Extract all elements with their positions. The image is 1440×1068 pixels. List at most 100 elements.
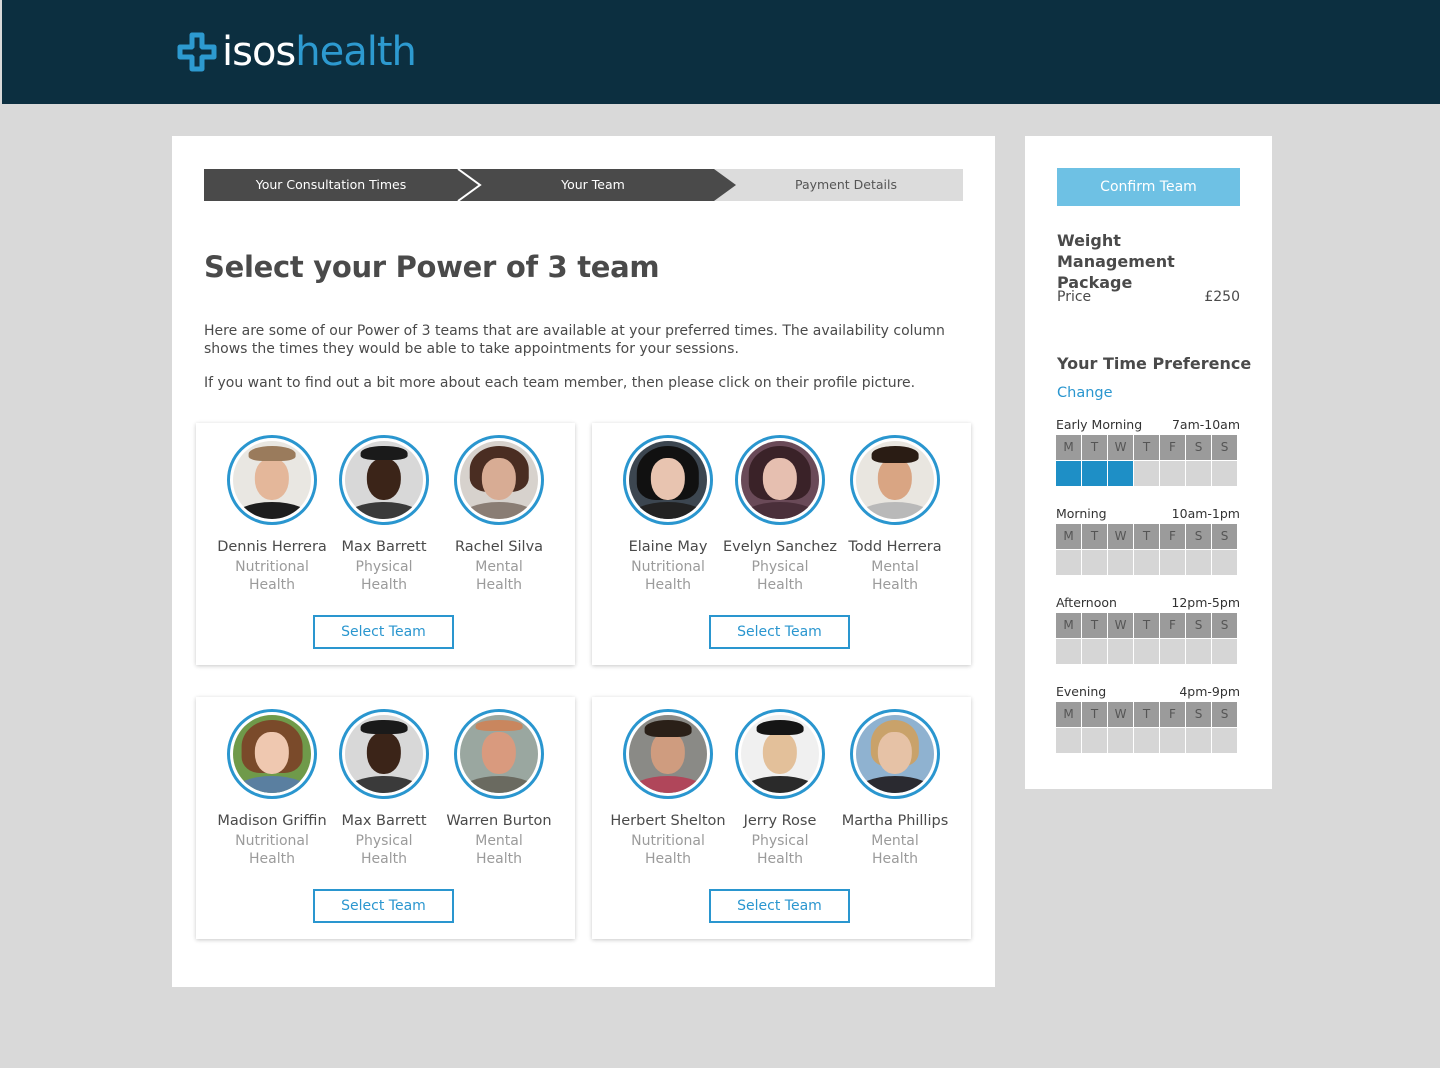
- member-role: Mental Health: [475, 833, 523, 867]
- time-slot: Early Morning 7am-10am M T W T F S S: [1056, 417, 1240, 486]
- cross-logo-icon: [177, 32, 217, 72]
- day-header: F: [1160, 702, 1185, 727]
- day-header: M: [1056, 435, 1081, 460]
- availability-cell[interactable]: [1056, 639, 1081, 664]
- day-header: T: [1134, 702, 1159, 727]
- availability-cell[interactable]: [1082, 639, 1107, 664]
- day-header: S: [1186, 524, 1211, 549]
- intro-help-text: If you want to find out a bit more about…: [204, 375, 916, 391]
- select-team-button[interactable]: Select Team: [313, 615, 454, 649]
- time-slot: Afternoon 12pm-5pm M T W T F S S: [1056, 595, 1240, 664]
- time-slot-name: Early Morning: [1056, 417, 1143, 432]
- availability-cell[interactable]: [1186, 728, 1211, 753]
- team-member: Herbert Shelton Nutritional Health: [608, 709, 728, 868]
- profile-picture[interactable]: [227, 435, 317, 525]
- availability-cell[interactable]: [1056, 728, 1081, 753]
- availability-grid: MTWTFSS: [1056, 435, 1240, 486]
- availability-cell[interactable]: [1160, 639, 1185, 664]
- availability-cell[interactable]: [1108, 550, 1133, 575]
- availability-cell-selected[interactable]: [1108, 461, 1133, 486]
- member-role: Nutritional Health: [631, 559, 705, 593]
- availability-grid: MTWTFSS: [1056, 613, 1240, 664]
- day-header: W: [1108, 435, 1133, 460]
- availability-cell[interactable]: [1212, 639, 1237, 664]
- change-link[interactable]: Change: [1057, 385, 1113, 401]
- availability-cell[interactable]: [1160, 728, 1185, 753]
- time-slot-name: Morning: [1056, 506, 1107, 521]
- availability-cell[interactable]: [1108, 728, 1133, 753]
- brand-logo[interactable]: isoshealth: [176, 30, 417, 74]
- step-your-team[interactable]: Your Team: [466, 169, 720, 201]
- member-role: Mental Health: [871, 559, 919, 593]
- availability-cell[interactable]: [1186, 639, 1211, 664]
- day-header: T: [1082, 524, 1107, 549]
- team-member: Rachel Silva Mental Health: [439, 435, 559, 594]
- profile-picture[interactable]: [850, 435, 940, 525]
- availability-cell[interactable]: [1212, 728, 1237, 753]
- availability-cell[interactable]: [1160, 550, 1185, 575]
- time-slot-name: Afternoon: [1056, 595, 1117, 610]
- time-slot-header: Early Morning 7am-10am: [1056, 417, 1240, 435]
- day-header: T: [1082, 702, 1107, 727]
- select-team-button[interactable]: Select Team: [313, 889, 454, 923]
- member-name: Elaine May: [628, 539, 708, 555]
- time-slot-header: Afternoon 12pm-5pm: [1056, 595, 1240, 613]
- member-name: Madison Griffin: [217, 813, 327, 829]
- day-header: F: [1160, 435, 1185, 460]
- select-team-button[interactable]: Select Team: [709, 615, 850, 649]
- availability-cell-selected[interactable]: [1056, 461, 1081, 486]
- select-team-button[interactable]: Select Team: [709, 889, 850, 923]
- profile-picture[interactable]: [454, 435, 544, 525]
- profile-picture[interactable]: [735, 435, 825, 525]
- availability-cell[interactable]: [1082, 550, 1107, 575]
- availability-cell[interactable]: [1056, 550, 1081, 575]
- availability-cell[interactable]: [1186, 550, 1211, 575]
- profile-picture[interactable]: [735, 709, 825, 799]
- time-preference-title: Your Time Preference: [1057, 354, 1252, 373]
- day-header: S: [1212, 524, 1237, 549]
- member-name: Herbert Shelton: [610, 813, 726, 829]
- member-name: Warren Burton: [446, 813, 552, 829]
- availability-cell[interactable]: [1160, 461, 1185, 486]
- member-name: Max Barrett: [341, 539, 427, 555]
- team-member: Dennis Herrera Nutritional Health: [212, 435, 332, 594]
- availability-cell[interactable]: [1212, 461, 1237, 486]
- member-name: Max Barrett: [341, 813, 427, 829]
- profile-picture[interactable]: [623, 435, 713, 525]
- availability-cell-selected[interactable]: [1082, 461, 1107, 486]
- availability-grid: MTWTFSS: [1056, 702, 1240, 753]
- availability-cell[interactable]: [1082, 728, 1107, 753]
- member-role: Physical Health: [751, 559, 809, 593]
- step-consultation-times[interactable]: Your Consultation Times: [204, 169, 458, 201]
- availability-cell[interactable]: [1134, 639, 1159, 664]
- profile-picture[interactable]: [454, 709, 544, 799]
- member-role: Physical Health: [355, 559, 413, 593]
- header-bar: isoshealth: [2, 0, 1440, 104]
- order-summary-sidebar: Confirm Team Weight Management Package P…: [1025, 136, 1272, 789]
- day-header: S: [1212, 613, 1237, 638]
- team-member: Todd Herrera Mental Health: [835, 435, 955, 594]
- profile-picture[interactable]: [227, 709, 317, 799]
- profile-picture[interactable]: [339, 435, 429, 525]
- team-member: Jerry Rose Physical Health: [720, 709, 840, 868]
- confirm-team-button[interactable]: Confirm Team: [1057, 168, 1240, 206]
- day-header: M: [1056, 524, 1081, 549]
- availability-cell[interactable]: [1134, 728, 1159, 753]
- team-card: Madison Griffin Nutritional Health Max Ba…: [196, 697, 575, 939]
- availability-cell[interactable]: [1134, 550, 1159, 575]
- day-header: T: [1082, 435, 1107, 460]
- intro-text: Here are some of our Power of 3 teams th…: [204, 323, 945, 357]
- step-payment-details[interactable]: Payment Details: [736, 169, 956, 201]
- day-header: S: [1212, 435, 1237, 460]
- availability-cell[interactable]: [1212, 550, 1237, 575]
- time-slot-name: Evening: [1056, 684, 1107, 699]
- profile-picture[interactable]: [850, 709, 940, 799]
- availability-cell[interactable]: [1186, 461, 1211, 486]
- team-member: Warren Burton Mental Health: [439, 709, 559, 868]
- availability-cell[interactable]: [1134, 461, 1159, 486]
- profile-picture[interactable]: [339, 709, 429, 799]
- member-name: Dennis Herrera: [217, 539, 327, 555]
- profile-picture[interactable]: [623, 709, 713, 799]
- availability-cell[interactable]: [1108, 639, 1133, 664]
- time-slot-header: Morning 10am-1pm: [1056, 506, 1240, 524]
